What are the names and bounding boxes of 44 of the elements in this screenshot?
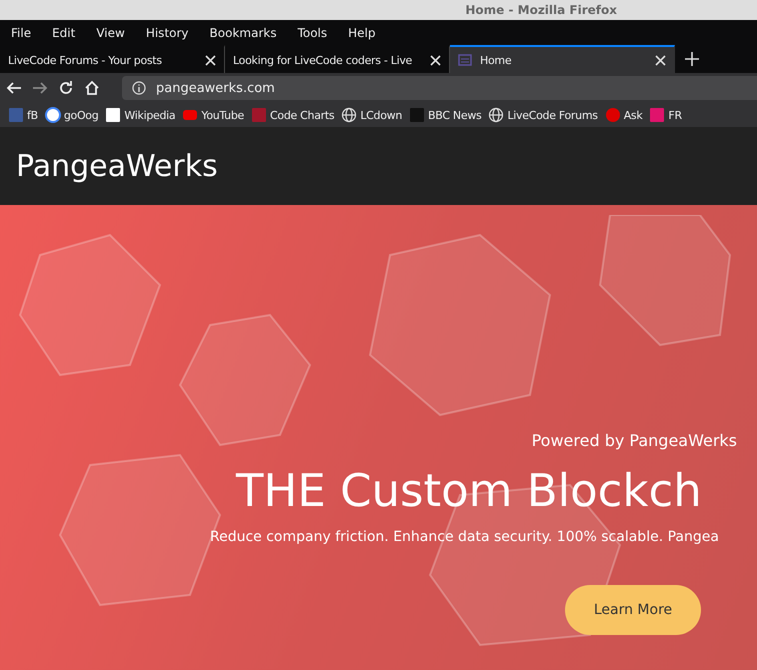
learn-more-button[interactable]: Learn More [565, 585, 701, 635]
google-icon [44, 107, 61, 123]
browser-tab[interactable]: Home [450, 45, 675, 73]
tab-label: LiveCode Forums - Your posts [8, 54, 163, 66]
back-arrow-icon[interactable] [6, 80, 22, 96]
hero-headline: THE Custom Blockch [236, 464, 702, 517]
hero-subtitle: Reduce company friction. Enhance data security. 100% scalable. Pangea [210, 529, 719, 545]
tagline: Powered by PangeaWerks [532, 431, 737, 450]
tab-label: Looking for LiveCode coders - Live [233, 54, 414, 66]
close-icon[interactable] [430, 54, 441, 66]
window-title: Home - Mozilla Firefox [465, 3, 617, 17]
new-tab-icon[interactable] [685, 52, 699, 66]
ask-icon [604, 107, 621, 123]
globe-icon [488, 107, 504, 123]
tab-label: Home [480, 54, 512, 66]
bookmark-item[interactable]: YouTube [182, 107, 244, 123]
bookmark-item[interactable]: LiveCode Forums [488, 107, 598, 123]
menu-item[interactable]: Help [341, 26, 382, 40]
bookmark-item[interactable]: fB [8, 107, 38, 123]
menu-item[interactable]: Bookmarks [202, 26, 284, 40]
menu-item[interactable]: Tools [290, 26, 334, 40]
menu-item[interactable]: View [89, 26, 132, 40]
bookmark-item[interactable]: goOog [44, 107, 98, 123]
youtube-icon [182, 107, 198, 123]
close-icon[interactable] [205, 54, 216, 66]
bookmark-item[interactable]: FR [649, 107, 682, 123]
menu-item[interactable]: Edit [45, 26, 82, 40]
bookmark-item[interactable]: BBC News [409, 107, 482, 123]
site-logo-text[interactable]: PangeaWerks [16, 148, 218, 184]
globe-icon [341, 107, 358, 123]
bookmark-item[interactable]: Wikipedia [105, 107, 176, 123]
menu-item[interactable]: File [4, 26, 38, 40]
home-icon[interactable] [84, 80, 100, 96]
bookmark-item[interactable]: Code Charts [251, 107, 334, 123]
menu-item[interactable]: History [138, 26, 196, 40]
forward-arrow-icon[interactable] [32, 80, 48, 96]
address-bar[interactable]: pangeawerks.com [122, 76, 757, 100]
close-icon[interactable] [655, 54, 666, 66]
reload-icon[interactable] [58, 80, 74, 96]
url-text: pangeawerks.com [156, 80, 275, 96]
page-icon [458, 53, 472, 67]
bookmark-item[interactable]: LCdown [341, 107, 402, 123]
bookmark-item[interactable]: Ask [604, 107, 642, 123]
info-icon[interactable] [132, 81, 146, 95]
